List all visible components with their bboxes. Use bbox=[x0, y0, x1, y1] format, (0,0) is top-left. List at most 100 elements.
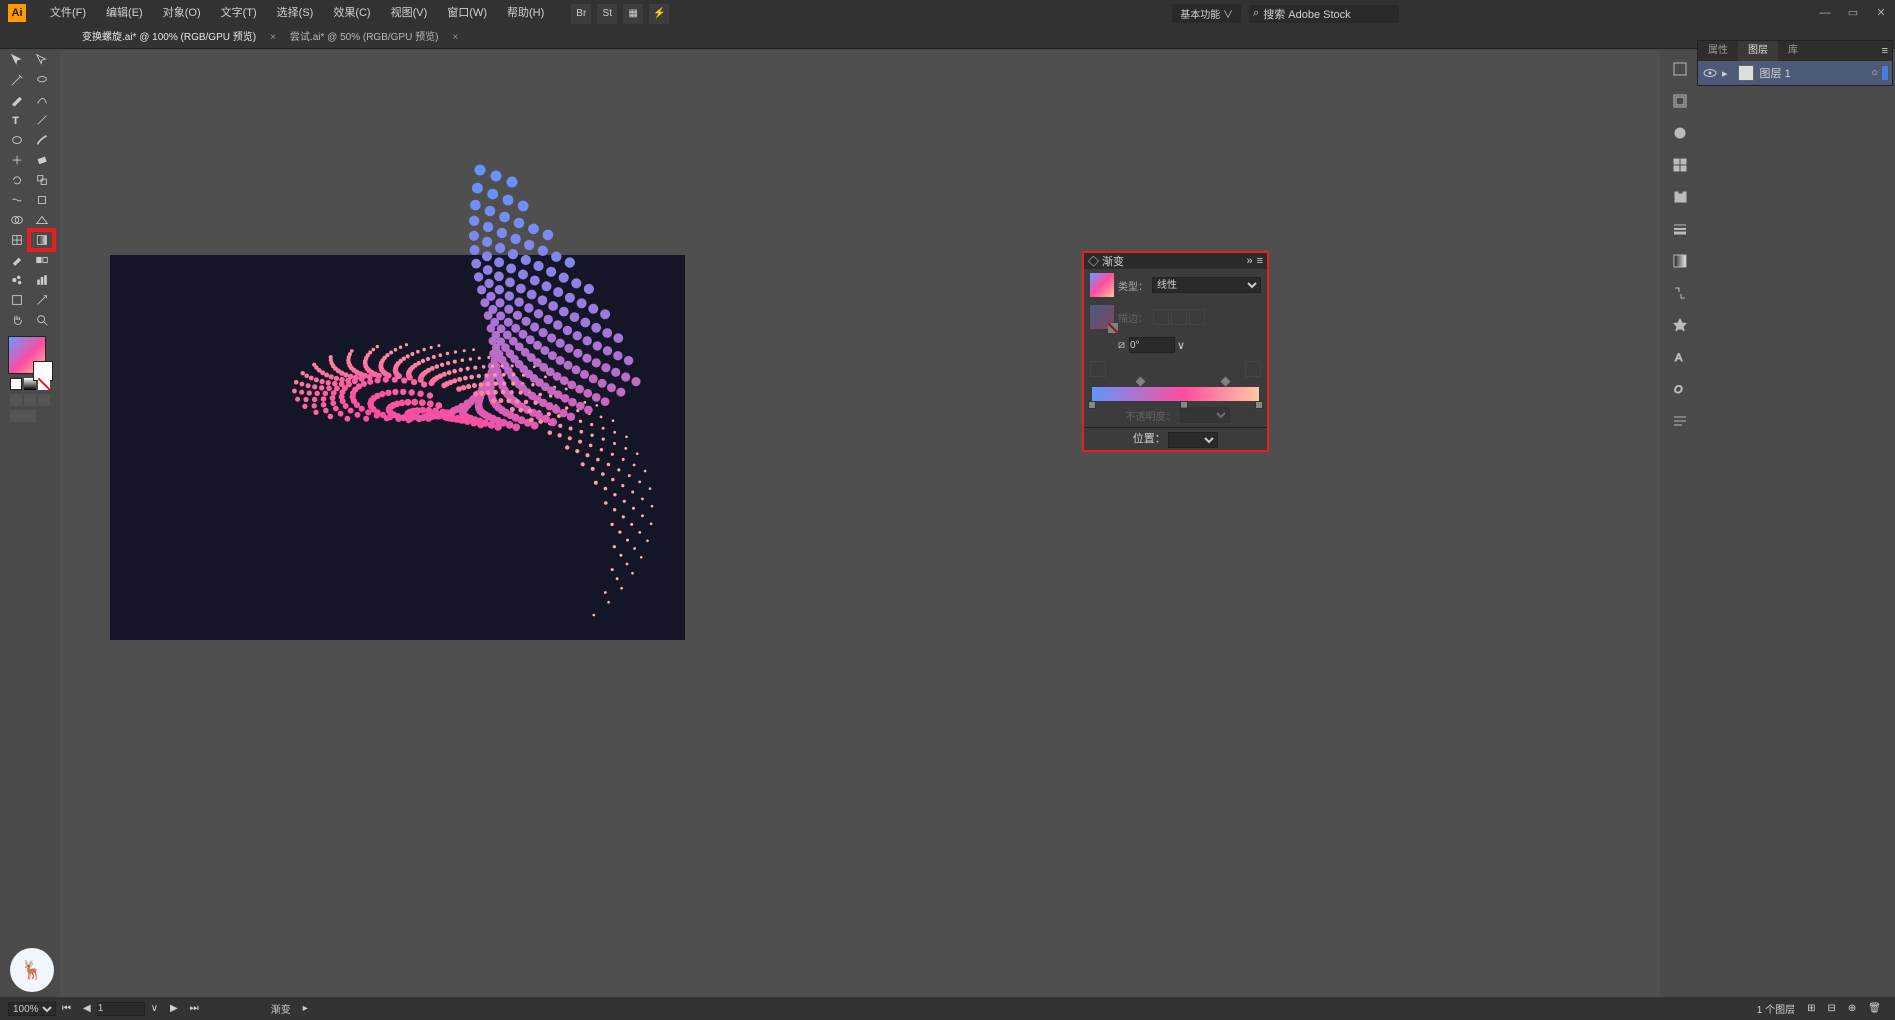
angle-dropdown-icon[interactable]: ∨ bbox=[1177, 339, 1185, 352]
canvas-stage[interactable] bbox=[60, 50, 1660, 997]
stroke-align-1-icon[interactable] bbox=[1153, 309, 1169, 325]
gradient-tool[interactable] bbox=[29, 230, 54, 250]
perspective-tool[interactable] bbox=[29, 210, 54, 230]
artboard-nav-dropdown-icon[interactable]: ∨ bbox=[145, 1003, 164, 1014]
doc-tab-2-close-icon[interactable]: × bbox=[448, 32, 462, 43]
menu-file[interactable]: 文件(F) bbox=[40, 0, 96, 27]
slice-tool[interactable] bbox=[29, 290, 54, 310]
brush-tool[interactable] bbox=[29, 130, 54, 150]
screen-mode-1-icon[interactable] bbox=[10, 394, 22, 406]
doc-tab-2[interactable]: 尝试.ai* @ 50% (RGB/GPU 预览) bbox=[280, 27, 449, 49]
direct-selection-tool[interactable] bbox=[29, 50, 54, 70]
gradient-panel-icon[interactable] bbox=[1667, 248, 1693, 274]
artboard-number-input[interactable] bbox=[97, 1002, 145, 1016]
hand-tool[interactable] bbox=[4, 310, 29, 330]
layers-footer-new-icon[interactable]: ⊕ bbox=[1842, 1003, 1862, 1014]
artboard-nav-first-icon[interactable]: ⏮ bbox=[56, 1003, 77, 1014]
curvature-tool[interactable] bbox=[29, 90, 54, 110]
symbols-panel-icon[interactable] bbox=[1667, 312, 1693, 338]
stroke-panel-icon[interactable] bbox=[1667, 216, 1693, 242]
rotate-tool[interactable] bbox=[4, 170, 29, 190]
mesh-tool[interactable] bbox=[4, 230, 29, 250]
window-restore-button[interactable]: ▭ bbox=[1839, 0, 1867, 27]
align-panel-icon[interactable] bbox=[1667, 184, 1693, 210]
eyedropper-tool[interactable] bbox=[4, 250, 29, 270]
zoom-select[interactable]: 100% bbox=[8, 1002, 56, 1016]
panel-menu-icon[interactable]: ≡ bbox=[1257, 255, 1263, 267]
layers-tab[interactable]: 图层 bbox=[1738, 41, 1778, 61]
width-tool[interactable] bbox=[4, 190, 29, 210]
layers-footer-icon-2[interactable]: ⊟ bbox=[1822, 1003, 1842, 1014]
visibility-icon[interactable] bbox=[1702, 65, 1718, 81]
eraser-tool[interactable] bbox=[29, 150, 54, 170]
expand-icon[interactable]: ▸ bbox=[1722, 67, 1728, 80]
stock-search-input[interactable]: ⌕ 搜索 Adobe Stock bbox=[1249, 5, 1399, 23]
workspace-switcher[interactable]: 基本功能 ∨ bbox=[1172, 4, 1241, 23]
stock-icon[interactable]: St bbox=[597, 4, 617, 24]
opentype-panel-icon[interactable]: O bbox=[1667, 376, 1693, 402]
menu-effect[interactable]: 效果(C) bbox=[323, 0, 380, 27]
menu-edit[interactable]: 编辑(E) bbox=[96, 0, 153, 27]
doc-tab-1[interactable]: 变换螺旋.ai* @ 100% (RGB/GPU 预览) bbox=[72, 27, 266, 49]
symbol-sprayer-tool[interactable] bbox=[4, 270, 29, 290]
gradient-ramp[interactable] bbox=[1092, 387, 1259, 401]
type-tool[interactable]: T bbox=[4, 110, 29, 130]
layers-footer-icon-1[interactable]: ⊞ bbox=[1801, 1003, 1821, 1014]
screen-mode-2-icon[interactable] bbox=[24, 394, 36, 406]
tool-dropdown-icon[interactable]: ▸ bbox=[297, 1003, 314, 1014]
libraries-panel-icon[interactable] bbox=[1667, 88, 1693, 114]
menu-window[interactable]: 窗口(W) bbox=[437, 0, 497, 27]
panel-menu-icon[interactable]: ≡ bbox=[1878, 45, 1892, 57]
shape-builder-tool[interactable] bbox=[4, 210, 29, 230]
stroke-align-2-icon[interactable] bbox=[1171, 309, 1187, 325]
fill-stroke-swatch[interactable] bbox=[8, 336, 46, 374]
magic-wand-tool[interactable] bbox=[4, 70, 29, 90]
menu-help[interactable]: 帮助(H) bbox=[497, 0, 554, 27]
free-transform-tool[interactable] bbox=[29, 190, 54, 210]
aspect-lock-icon[interactable] bbox=[1090, 361, 1106, 377]
graphic-styles-panel-icon[interactable] bbox=[1667, 152, 1693, 178]
menu-object[interactable]: 对象(O) bbox=[153, 0, 211, 27]
stroke-gradient-swatch[interactable] bbox=[1090, 305, 1114, 329]
menu-type[interactable]: 文字(T) bbox=[211, 0, 267, 27]
artboard-tool[interactable] bbox=[4, 290, 29, 310]
libraries-tab[interactable]: 库 bbox=[1778, 41, 1808, 61]
shaper-tool[interactable] bbox=[4, 150, 29, 170]
panel-collapse-icon[interactable]: » bbox=[1246, 255, 1252, 267]
gradient-type-select[interactable]: 线性 bbox=[1152, 277, 1261, 293]
menu-view[interactable]: 视图(V) bbox=[381, 0, 438, 27]
character-panel-icon[interactable]: A bbox=[1667, 344, 1693, 370]
zoom-tool[interactable] bbox=[29, 310, 54, 330]
artboard-nav-last-icon[interactable]: ⏭ bbox=[184, 1003, 205, 1014]
lasso-tool[interactable] bbox=[29, 70, 54, 90]
scale-tool[interactable] bbox=[29, 170, 54, 190]
arrange-docs-icon[interactable]: ▦ bbox=[623, 4, 643, 24]
none-color-icon[interactable] bbox=[38, 378, 50, 390]
selection-tool[interactable] bbox=[4, 50, 29, 70]
opacity-input[interactable] bbox=[1180, 407, 1230, 423]
layer-row[interactable]: ▸ 图层 1 ○ bbox=[1698, 61, 1892, 85]
screen-mode-3-icon[interactable] bbox=[38, 394, 50, 406]
gradient-angle-input[interactable] bbox=[1129, 337, 1175, 353]
gradient-preview-swatch[interactable] bbox=[1090, 273, 1114, 297]
window-minimize-button[interactable]: — bbox=[1811, 0, 1839, 27]
pen-tool[interactable] bbox=[4, 90, 29, 110]
position-input[interactable] bbox=[1168, 432, 1218, 448]
artboard-nav-prev-icon[interactable]: ◀ bbox=[77, 1003, 97, 1014]
solid-color-icon[interactable] bbox=[10, 378, 22, 390]
artboard-nav-next-icon[interactable]: ▶ bbox=[164, 1003, 184, 1014]
menu-select[interactable]: 选择(S) bbox=[267, 0, 324, 27]
appearance-panel-icon[interactable] bbox=[1667, 120, 1693, 146]
reverse-gradient-icon[interactable] bbox=[1245, 361, 1261, 377]
window-close-button[interactable]: ✕ bbox=[1867, 0, 1895, 27]
doc-tab-1-close-icon[interactable]: × bbox=[266, 32, 280, 43]
gpu-icon[interactable]: ⚡ bbox=[649, 4, 669, 24]
bridge-icon[interactable]: Br bbox=[571, 4, 591, 24]
graph-tool[interactable] bbox=[29, 270, 54, 290]
ellipse-tool[interactable] bbox=[4, 130, 29, 150]
layer-target-icon[interactable]: ○ bbox=[1871, 67, 1878, 79]
layer-name[interactable]: 图层 1 bbox=[1760, 65, 1791, 81]
line-tool[interactable] bbox=[29, 110, 54, 130]
paragraph-panel-icon[interactable] bbox=[1667, 408, 1693, 434]
properties-panel-icon[interactable] bbox=[1667, 56, 1693, 82]
